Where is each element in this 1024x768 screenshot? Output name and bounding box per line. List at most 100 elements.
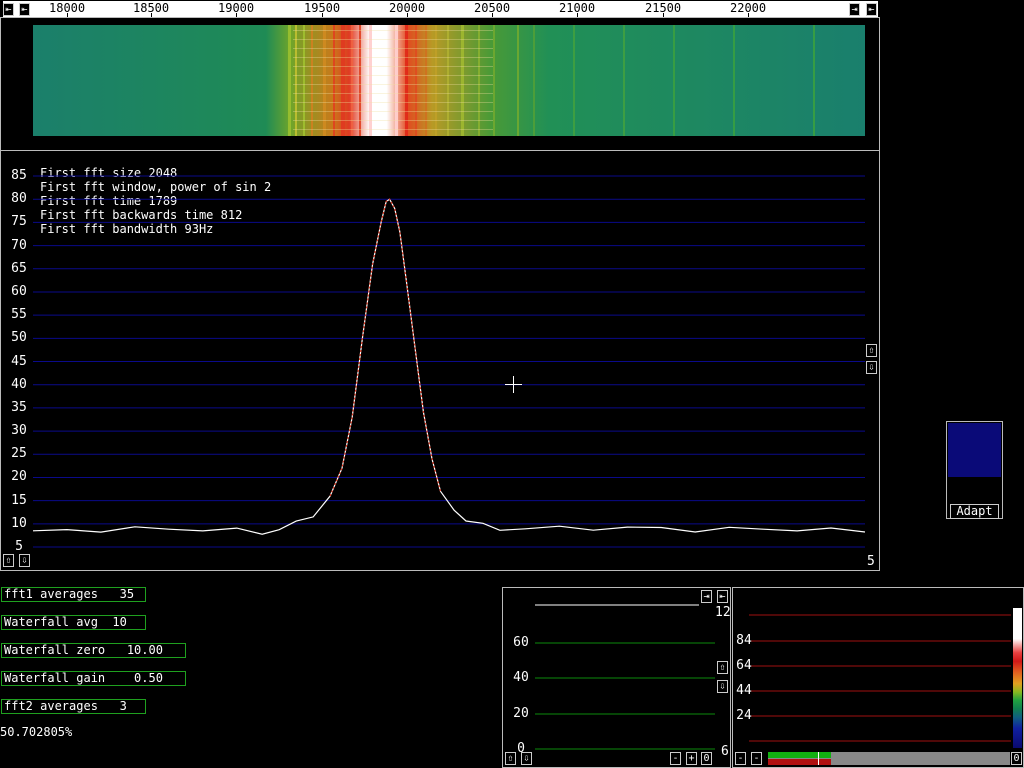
baseband-y-tick: 24 [736, 708, 752, 723]
fft2-scroll-right-button[interactable]: ⇥ [701, 590, 712, 603]
param-box[interactable]: fft2 averages 3 [1, 699, 146, 714]
fft2-y-tick: 60 [513, 635, 529, 650]
waterfall-scanline [293, 129, 493, 130]
level-bar-marker [818, 752, 819, 765]
spectrum-y-tick: 45 [11, 353, 27, 369]
waterfall-stripe [369, 25, 372, 136]
level-bar-red [768, 759, 831, 765]
spectrum-y-tick: 80 [11, 191, 27, 207]
waterfall-stripe [415, 25, 417, 136]
baseband-y-tick: 64 [736, 658, 752, 673]
spectrum-y-tick: 70 [11, 237, 27, 253]
waterfall-scanline [293, 93, 493, 94]
scroll-right-button[interactable]: ⇥ [849, 3, 860, 16]
fft2-y-tick: 40 [513, 670, 529, 685]
spectrum-y-tick: 25 [11, 446, 27, 462]
fft2-up-button[interactable]: ⇧ [717, 661, 728, 674]
fft2-y-tick: 20 [513, 706, 529, 721]
waterfall-scanline [293, 30, 493, 31]
adapt-level-fill [948, 423, 1001, 477]
scroll-left-button[interactable]: ⇤ [3, 3, 14, 16]
waterfall-stripe [359, 25, 361, 136]
scroll-right-button-2[interactable]: ⇤ [866, 3, 877, 16]
waterfall-stripe [478, 25, 480, 136]
fft2-down-button[interactable]: ⇩ [717, 680, 728, 693]
waterfall-scanline [293, 120, 493, 121]
fft2-bottom-value: 6 [721, 744, 729, 759]
baseband-zero-button[interactable]: 0 [1011, 752, 1022, 765]
waterfall-stripe [295, 25, 297, 136]
waterfall-scanline [293, 39, 493, 40]
waterfall-stripe [303, 25, 305, 136]
scroll-left-button-2[interactable]: ⇤ [19, 3, 30, 16]
fft2-top-value: 12 [715, 605, 731, 620]
waterfall-scanline [293, 111, 493, 112]
fft2-scale-up-button[interactable]: ⇧ [505, 752, 516, 765]
spectrum-panel: First fft size 2048 First fft window, pow… [0, 150, 880, 571]
waterfall-stripe [395, 25, 398, 136]
fft2-plot [535, 604, 715, 750]
waterfall-stripe [425, 25, 427, 136]
baseband-plot [749, 614, 1011, 742]
spectrum-y-tick: 85 [11, 168, 27, 183]
spectrum-y-tick: 60 [11, 283, 27, 299]
spectrum-y-tick: 10 [11, 515, 27, 531]
baseband-color-scale [1013, 608, 1022, 748]
waterfall-scanline [293, 66, 493, 67]
waterfall-stripe [461, 25, 464, 136]
waterfall-stripe [533, 25, 535, 136]
waterfall-scanline [293, 84, 493, 85]
waterfall-stripe [435, 25, 437, 136]
baseband-level-bar[interactable] [768, 752, 1010, 765]
waterfall-scanline [293, 48, 493, 49]
fft2-plus-button[interactable]: + [686, 752, 697, 765]
spectrum-y-tick: 75 [11, 214, 27, 230]
param-box[interactable]: Waterfall avg 10 [1, 615, 146, 630]
spectrum-y-tick: 65 [11, 260, 27, 276]
waterfall-stripe [333, 25, 335, 136]
fft2-scale-down-button[interactable]: ⇩ [521, 752, 532, 765]
waterfall-stripe [733, 25, 735, 136]
baseband-y-tick: 84 [736, 633, 752, 648]
param-box[interactable]: Waterfall zero 10.00 [1, 643, 186, 658]
zoom-down-button[interactable]: ⇩ [866, 361, 877, 374]
waterfall-display[interactable] [33, 25, 865, 136]
baseband-minus-button[interactable]: - [735, 752, 746, 765]
spectrum-y-tick: 20 [11, 469, 27, 485]
spectrum-y-tick: 40 [11, 376, 27, 392]
waterfall-stripe [323, 25, 326, 136]
waterfall-scanline [293, 75, 493, 76]
fft2-zero-button[interactable]: 0 [701, 752, 712, 765]
spectrum-y-tick: 35 [11, 399, 27, 415]
waterfall-scanline [293, 102, 493, 103]
waterfall-stripe [405, 25, 408, 136]
waterfall-stripe [341, 25, 345, 136]
spectrum-scale-down-button[interactable]: ⇩ [19, 554, 30, 567]
adapt-button[interactable]: Adapt [950, 504, 999, 519]
baseband-minus-button-2[interactable]: - [751, 752, 762, 765]
baseband-y-tick: 44 [736, 683, 752, 698]
spectrum-y-tick: 55 [11, 307, 27, 323]
fft2-scroll-left-button[interactable]: ⇤ [717, 590, 728, 603]
waterfall-stripe [447, 25, 449, 136]
fft2-minus-button[interactable]: - [670, 752, 681, 765]
spectrum-corner-label: 5 [867, 554, 875, 569]
waterfall-stripe [813, 25, 815, 136]
spectrum-plot[interactable] [33, 151, 867, 571]
param-box[interactable]: Waterfall gain 0.50 [1, 671, 186, 686]
spectrum-y-tick: 50 [11, 330, 27, 346]
baseband-panel: 84 64 44 24 - - 0 [732, 587, 1024, 768]
waterfall-stripe [517, 25, 519, 136]
waterfall-scanline [293, 57, 493, 58]
waterfall-stripe [673, 25, 675, 136]
waterfall-stripe [573, 25, 575, 136]
zoom-up-button[interactable]: ⇧ [866, 344, 877, 357]
waterfall-panel [0, 17, 880, 151]
param-box[interactable]: fft1 averages 35 [1, 587, 146, 602]
axis-tick-labels: 18000 18500 19000 19500 20000 20500 21000 21500… [3, 1, 878, 17]
spectrum-trace [33, 198, 866, 535]
waterfall-stripe [493, 25, 495, 136]
spectrum-y-tick: 30 [11, 423, 27, 439]
frequency-axis: 18000 18500 19000 19500 20000 20500 21000 21500… [3, 1, 878, 17]
spectrum-scale-up-button[interactable]: ⇧ [3, 554, 14, 567]
